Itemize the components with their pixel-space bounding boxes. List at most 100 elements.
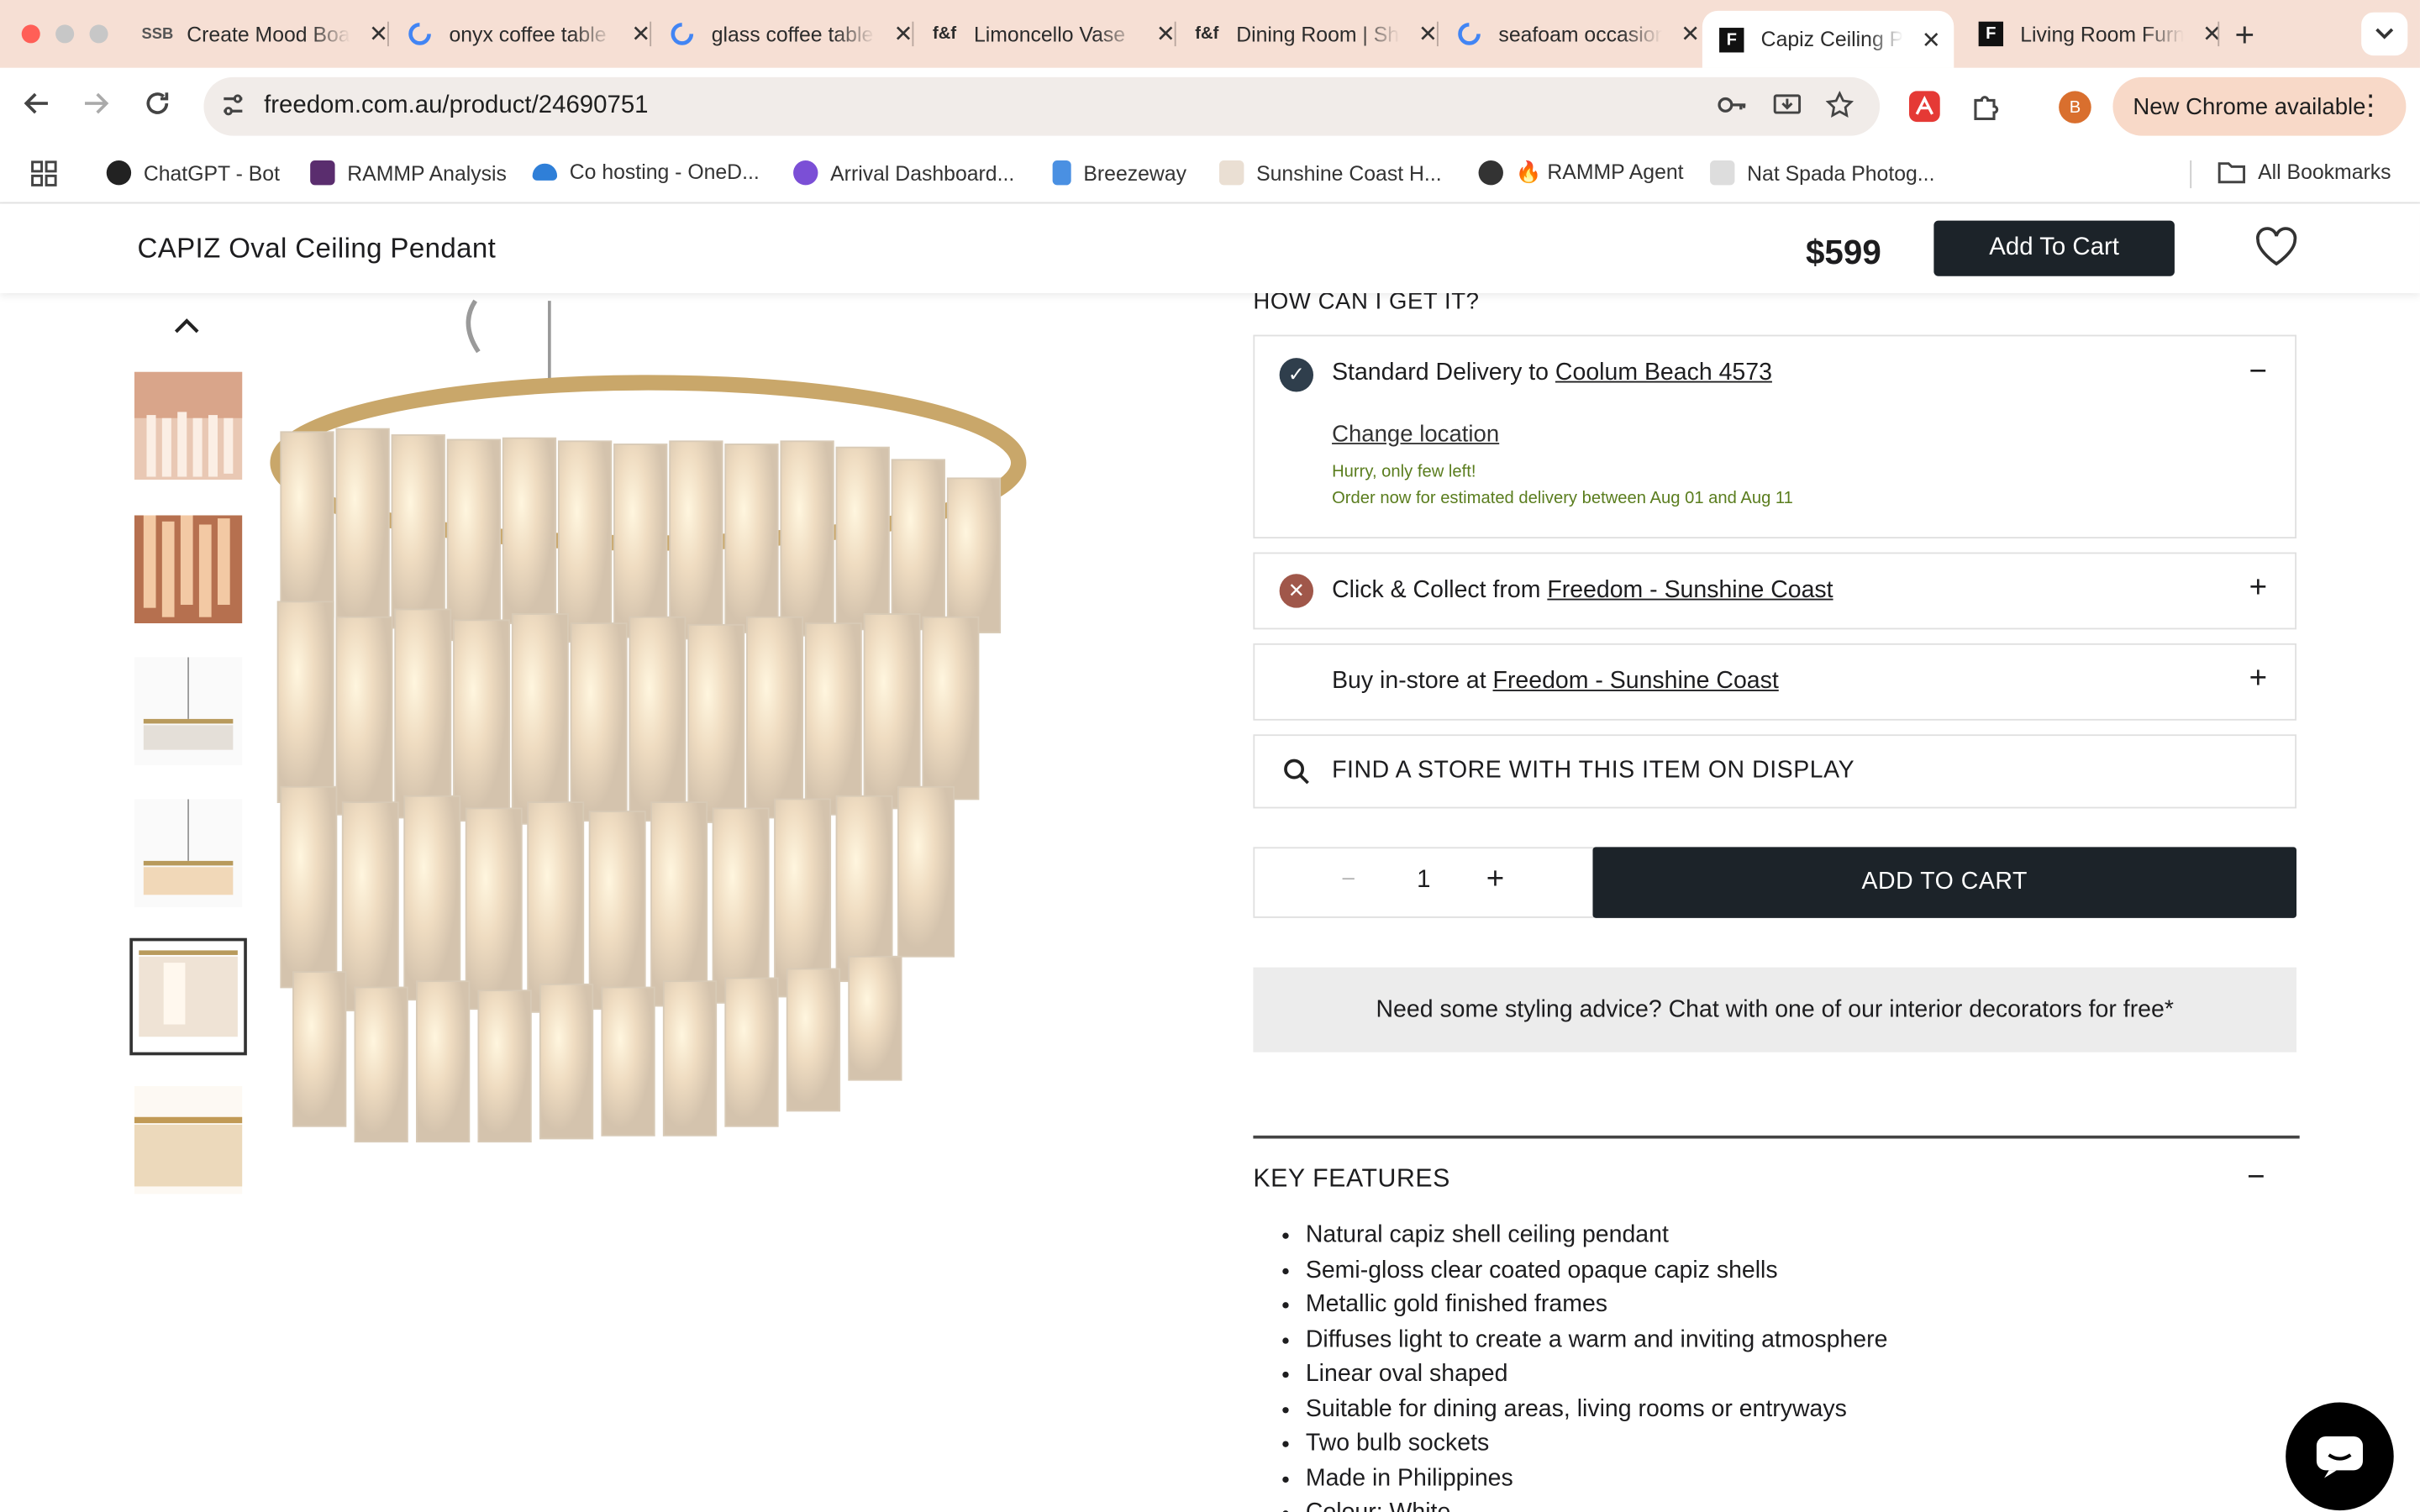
site-settings-icon[interactable] — [219, 91, 247, 126]
google-icon — [406, 20, 434, 48]
delivery-eta-note: Order now for estimated delivery between… — [1332, 489, 1793, 508]
close-tab-icon[interactable]: ✕ — [631, 20, 650, 48]
buy-instore-panel[interactable]: Buy in-store at Freedom - Sunshine Coast… — [1253, 643, 2297, 721]
quantity-stepper[interactable]: − 1 + — [1253, 847, 1595, 918]
standard-delivery-panel: ✓ Standard Delivery to Coolum Beach 4573… — [1253, 334, 2297, 539]
browser-tab[interactable]: SSB Create Mood Board ✕ — [141, 11, 388, 57]
extension-icon[interactable] — [1907, 90, 1941, 123]
styling-advice-banner[interactable]: Need some styling advice? Chat with one … — [1253, 967, 2297, 1053]
forward-button[interactable] — [81, 88, 112, 129]
gallery-thumbnail[interactable] — [134, 657, 243, 766]
change-location-link[interactable]: Change location — [1332, 421, 1499, 447]
sticky-product-header: CAPIZ Oval Ceiling Pendant $599 Add To C… — [0, 203, 2420, 293]
apps-grid-icon[interactable] — [31, 160, 57, 186]
browser-tab[interactable]: onyx coffee table ✕ — [406, 11, 650, 57]
all-bookmarks-button[interactable]: All Bookmarks — [2217, 160, 2391, 184]
collapse-toggle-icon[interactable]: − — [2247, 1160, 2265, 1195]
expand-toggle-icon[interactable]: + — [2249, 662, 2267, 697]
gallery-thumbnail-selected[interactable] — [129, 937, 247, 1056]
gallery-up-chevron-icon[interactable] — [173, 315, 201, 337]
expand-toggle-icon[interactable]: + — [2249, 571, 2267, 606]
list-item: Natural capiz shell ceiling pendant — [1306, 1219, 1888, 1253]
url-text[interactable]: freedom.com.au/product/24690751 — [264, 92, 648, 120]
tab-search-button[interactable] — [2361, 12, 2408, 56]
reload-icon — [146, 92, 169, 114]
gallery-thumbnail[interactable] — [134, 799, 243, 907]
google-icon — [668, 20, 696, 48]
list-item: Made in Philippines — [1306, 1462, 1888, 1496]
address-bar[interactable]: freedom.com.au/product/24690751 — [203, 76, 1881, 136]
freedom-icon: F — [1718, 25, 1745, 53]
tab-title: Dining Room | Shop — [1236, 22, 1400, 46]
browser-tab[interactable]: f&f Dining Room | Shop ✕ — [1193, 11, 1438, 57]
bookmark-item[interactable]: Co hosting - OneD... — [532, 160, 760, 184]
arrow-right-icon — [85, 92, 109, 114]
bookmark-item[interactable]: ChatGPT - Bot — [106, 160, 280, 186]
bookmark-item[interactable]: Nat Spada Photog... — [1710, 160, 1935, 186]
tab-title: seafoam occasional — [1498, 22, 1662, 46]
click-collect-store-link[interactable]: Freedom - Sunshine Coast — [1547, 577, 1833, 603]
key-features-heading[interactable]: KEY FEATURES — [1253, 1165, 1450, 1194]
tab-title: Limoncello Vase — [973, 22, 1126, 46]
extensions-puzzle-icon[interactable] — [1970, 90, 2003, 123]
standard-delivery-prefix: Standard Delivery to — [1332, 359, 1549, 386]
profile-avatar[interactable]: B — [2059, 91, 2091, 123]
find-store-label: FIND A STORE WITH THIS ITEM ON DISPLAY — [1332, 757, 1855, 785]
minimize-window-button[interactable] — [55, 24, 75, 44]
close-tab-icon[interactable]: ✕ — [1922, 25, 1941, 53]
bookmark-item[interactable]: RAMMP Analysis — [310, 160, 507, 186]
close-tab-icon[interactable]: ✕ — [1156, 20, 1176, 48]
browser-tab[interactable]: F Living Room Furniture ✕ — [1977, 11, 2222, 57]
kebab-menu-icon[interactable]: ⋮ — [2357, 90, 2385, 123]
stock-note: Hurry, only few left! — [1332, 463, 1476, 482]
ssb-icon: SSB — [141, 25, 174, 43]
password-key-icon[interactable] — [1716, 91, 1747, 126]
add-to-cart-button[interactable]: ADD TO CART — [1592, 847, 2297, 918]
gallery-thumbnail[interactable] — [134, 371, 243, 480]
photo-icon — [1710, 160, 1735, 186]
close-tab-icon[interactable]: ✕ — [1418, 20, 1438, 48]
gallery-thumbnail[interactable] — [134, 1086, 243, 1194]
bookmark-item[interactable]: 🔥 RAMMP Agent — [1478, 160, 1684, 186]
ff-icon: f&f — [1195, 24, 1219, 44]
onedrive-cloud-icon — [532, 163, 558, 181]
bookmark-item[interactable]: Breezeway — [1052, 160, 1186, 186]
list-item: Colour: White — [1306, 1497, 1888, 1512]
qty-value[interactable]: 1 — [1417, 867, 1430, 895]
find-store-button[interactable]: FIND A STORE WITH THIS ITEM ON DISPLAY — [1253, 734, 2297, 809]
browser-tab[interactable]: seafoam occasional ✕ — [1455, 11, 1700, 57]
close-tab-icon[interactable]: ✕ — [369, 20, 388, 48]
close-window-button[interactable] — [21, 24, 40, 44]
new-tab-button[interactable]: + — [2235, 15, 2255, 55]
chat-widget-button[interactable] — [2286, 1402, 2394, 1511]
close-tab-icon[interactable]: ✕ — [893, 20, 913, 48]
qty-decrease-button[interactable]: − — [1341, 867, 1355, 895]
delivery-location-link[interactable]: Coolum Beach 4573 — [1555, 360, 1772, 386]
gallery-thumbnail[interactable] — [134, 515, 243, 624]
browser-tabstrip: SSB Create Mood Board ✕ onyx coffee tabl… — [0, 0, 2420, 68]
wishlist-heart-icon[interactable] — [2254, 227, 2297, 270]
bookmark-item[interactable]: Arrival Dashboard... — [793, 160, 1014, 186]
product-main-image[interactable] — [262, 293, 1034, 1158]
search-icon — [1282, 758, 1310, 793]
new-chrome-label: New Chrome available — [2133, 93, 2366, 120]
breezeway-icon — [1052, 160, 1071, 186]
reload-button[interactable] — [142, 88, 173, 129]
collapse-toggle-icon[interactable]: − — [2249, 354, 2267, 390]
qty-increase-button[interactable]: + — [1486, 863, 1504, 898]
close-tab-icon[interactable]: ✕ — [1681, 20, 1700, 48]
bookmark-label: Nat Spada Photog... — [1747, 160, 1935, 185]
header-add-to-cart-button[interactable]: Add To Cart — [1933, 220, 2175, 276]
zoom-window-button[interactable] — [89, 24, 108, 44]
bookmark-item[interactable]: Sunshine Coast H... — [1218, 160, 1442, 186]
bookmark-star-icon[interactable] — [1825, 90, 1854, 126]
new-chrome-available-button[interactable]: New Chrome available ⋮ — [2112, 76, 2407, 136]
chevron-down-icon — [2375, 28, 2394, 39]
browser-tab[interactable]: glass coffee table ✕ — [668, 11, 913, 57]
browser-tab-active[interactable]: F Capiz Ceiling Pendant ✕ — [1702, 10, 1954, 68]
install-app-icon[interactable] — [1772, 91, 1803, 126]
browser-tab[interactable]: f&f Limoncello Vase ✕ — [931, 11, 1176, 57]
back-button[interactable] — [22, 88, 53, 129]
click-collect-panel[interactable]: ✕ Click & Collect from Freedom - Sunshin… — [1253, 552, 2297, 630]
buy-instore-store-link[interactable]: Freedom - Sunshine Coast — [1493, 668, 1779, 694]
